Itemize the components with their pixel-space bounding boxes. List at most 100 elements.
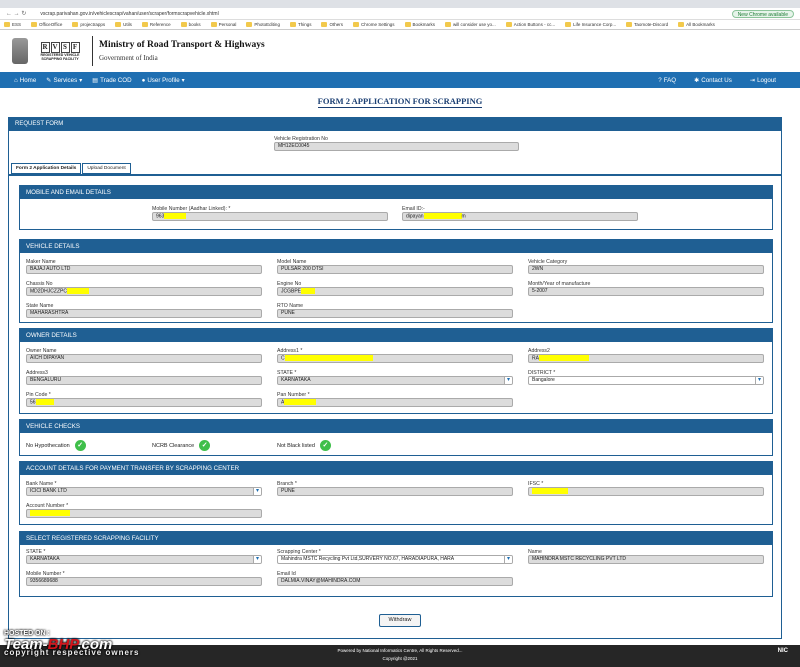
tab-upload-document[interactable]: Upload Document [82, 163, 131, 174]
logo-letter: V [50, 41, 60, 53]
logout-icon: ⇥ [749, 76, 756, 84]
bookmark-item[interactable]: Others [321, 22, 343, 27]
chassis-number-field[interactable]: MD2DHJCZZPC [26, 287, 262, 296]
account-number-field[interactable] [26, 509, 262, 518]
field-value: dipayan [406, 213, 424, 220]
form-title: FORM 2 APPLICATION FOR SCRAPPING [0, 96, 800, 108]
rto-name-field[interactable]: PUNE [277, 309, 513, 318]
facility-email-field[interactable]: DALMIA.VINAY@MAHINDRA.COM [277, 577, 513, 586]
folder-icon [321, 22, 328, 27]
pan-number-field[interactable]: A [277, 398, 513, 407]
email-field[interactable]: dipayan m [402, 212, 638, 221]
bookmark-item[interactable]: Taomote-Discord [626, 22, 668, 27]
bookmark-item[interactable]: Chrome Settings [352, 22, 395, 27]
caret-down-icon: ▾ [79, 76, 83, 84]
withdraw-button[interactable]: Withdraw [379, 614, 421, 627]
form-title-text: FORM 2 APPLICATION FOR SCRAPPING [317, 96, 483, 108]
check-not-black-listed: Not Black listed ✓ [277, 440, 331, 451]
nav-home[interactable]: ⌂ Home [14, 77, 36, 84]
address3-field[interactable]: BENGALURU [26, 376, 262, 385]
bookmark-item[interactable]: All Bookmarks [678, 22, 715, 27]
folder-icon [4, 22, 10, 27]
folder-icon [565, 22, 572, 27]
facility-state-select[interactable]: KARNATAKA [26, 555, 262, 564]
bookmarks-bar: ESS OfficeOffice projectrapps Utils Referenc… [0, 20, 800, 30]
back-forward-icon[interactable]: ← → ↻ [6, 10, 26, 17]
vehicle-details-section: VEHICLE DETAILS Maker Name BAJAJ AUTO LTD… [19, 239, 773, 323]
mobile-email-section: MOBILE AND EMAIL DETAILS Mobile Number (… [19, 185, 773, 230]
folder-icon [678, 22, 685, 27]
folder-icon [115, 22, 122, 27]
state-name-field[interactable]: MAHARASHTRA [26, 309, 262, 318]
check-ncrb-clearance: NCRB Clearance ✓ [152, 440, 211, 451]
national-emblem-icon [12, 38, 28, 64]
bookmark-item[interactable]: PhotoEditing [246, 22, 280, 27]
nav-label: Contact Us [701, 76, 732, 84]
ministry-title: Ministry of Road Transport & Highways [99, 40, 265, 50]
branch-field[interactable]: PUNE [277, 487, 513, 496]
month-year-field[interactable]: 5-2007 [528, 287, 764, 296]
section-title: VEHICLE CHECKS [20, 420, 772, 433]
bookmark-item[interactable]: OfficeOffice [31, 22, 62, 27]
nav-services[interactable]: ✎ Services ▾ [46, 77, 82, 84]
url-text[interactable]: vscrap.parivahan.gov.in/vehiclescrap/vah… [40, 11, 218, 17]
nav-label: Logout [757, 76, 776, 84]
scrapping-center-select[interactable]: Mahindra MSTC Recycling Pvt Ltd,SURVERY … [277, 555, 513, 564]
vehicle-category-field[interactable]: 2WN [528, 265, 764, 274]
bookmark-item[interactable]: ESS [4, 22, 21, 27]
redaction-highlight [164, 213, 187, 219]
bookmark-item[interactable]: Action Buttons - cc... [505, 22, 555, 27]
bulb-icon: ✱ [694, 76, 700, 84]
bookmark-item[interactable]: Life Insurance Corp... [565, 22, 616, 27]
bookmark-item[interactable]: Reference [141, 22, 171, 27]
pin-code-field[interactable]: 56 [26, 398, 262, 407]
tabs-underline [9, 174, 781, 176]
field-value: MD2DHJCZZPC [30, 288, 67, 295]
ifsc-field[interactable] [528, 487, 764, 496]
nav-contact[interactable]: ✱ Contact Us [694, 77, 732, 84]
bookmark-item[interactable]: Utils [115, 22, 132, 27]
vehicle-checks-section: VEHICLE CHECKS No Hypothecation ✓ NCRB Cl… [19, 419, 773, 456]
folder-icon [626, 22, 633, 27]
maker-name-field[interactable]: BAJAJ AUTO LTD [26, 265, 262, 274]
model-name-field[interactable]: PULSAR 200 DTSI [277, 265, 513, 274]
nav-label: FAQ [663, 76, 677, 84]
government-label: Government of India [99, 54, 158, 62]
bookmark-item[interactable]: Bookmarks [404, 22, 435, 27]
bank-name-select[interactable]: ICICI BANK LTD [26, 487, 262, 496]
folder-icon [289, 22, 296, 27]
nav-logout[interactable]: ⇥ Logout [750, 77, 776, 84]
nav-user-profile[interactable]: ● User Profile ▾ [142, 77, 185, 84]
folder-icon [246, 22, 253, 27]
mobile-number-field[interactable]: 963 [152, 212, 388, 221]
watermark-tag: copyright respective owners [4, 648, 140, 657]
engine-number-field[interactable]: JCGBPE [277, 287, 513, 296]
nic-logo: NIC [777, 648, 788, 654]
bookmark-item[interactable]: Personal [210, 22, 236, 27]
facility-name-field[interactable]: MAHINDRA MSTC RECYCLING PVT LTD [528, 555, 764, 564]
check-label: No Hypothecation [26, 442, 70, 449]
bookmark-label: Chrome Settings [360, 22, 395, 27]
bookmark-item[interactable]: projectrapps [72, 22, 105, 27]
folder-icon [445, 22, 452, 27]
owner-state-select[interactable]: KARNATAKA [277, 376, 513, 385]
bookmark-item[interactable]: books [180, 22, 201, 27]
nav-trade-cod[interactable]: ▤ Trade COD [92, 77, 131, 84]
nav-faq[interactable]: ? FAQ [658, 77, 676, 84]
district-select[interactable]: Bangalore [528, 376, 764, 385]
bookmark-item[interactable]: Things [289, 22, 311, 27]
section-title: OWNER DETAILS [20, 329, 772, 342]
registration-number-field[interactable]: MH12EC0045 [274, 142, 519, 151]
bookmark-item[interactable]: will consider use yo... [445, 22, 496, 27]
section-title: VEHICLE DETAILS [20, 240, 772, 253]
tab-form2-details[interactable]: Form 2 Application Details [11, 163, 82, 174]
user-icon: ● [141, 76, 146, 84]
owner-name-field[interactable]: AICH DIPAYAN [26, 354, 262, 363]
address1-field[interactable]: C [277, 354, 513, 363]
document-icon: ▤ [92, 76, 99, 84]
address-bar[interactable]: ← → ↻ vscrap.parivahan.gov.in/vehiclescr… [0, 8, 800, 20]
redaction-highlight [30, 510, 70, 516]
facility-mobile-field[interactable]: 9356689688 [26, 577, 262, 586]
address2-field[interactable]: RA [528, 354, 764, 363]
new-chrome-button[interactable]: New Chrome available [731, 9, 794, 18]
